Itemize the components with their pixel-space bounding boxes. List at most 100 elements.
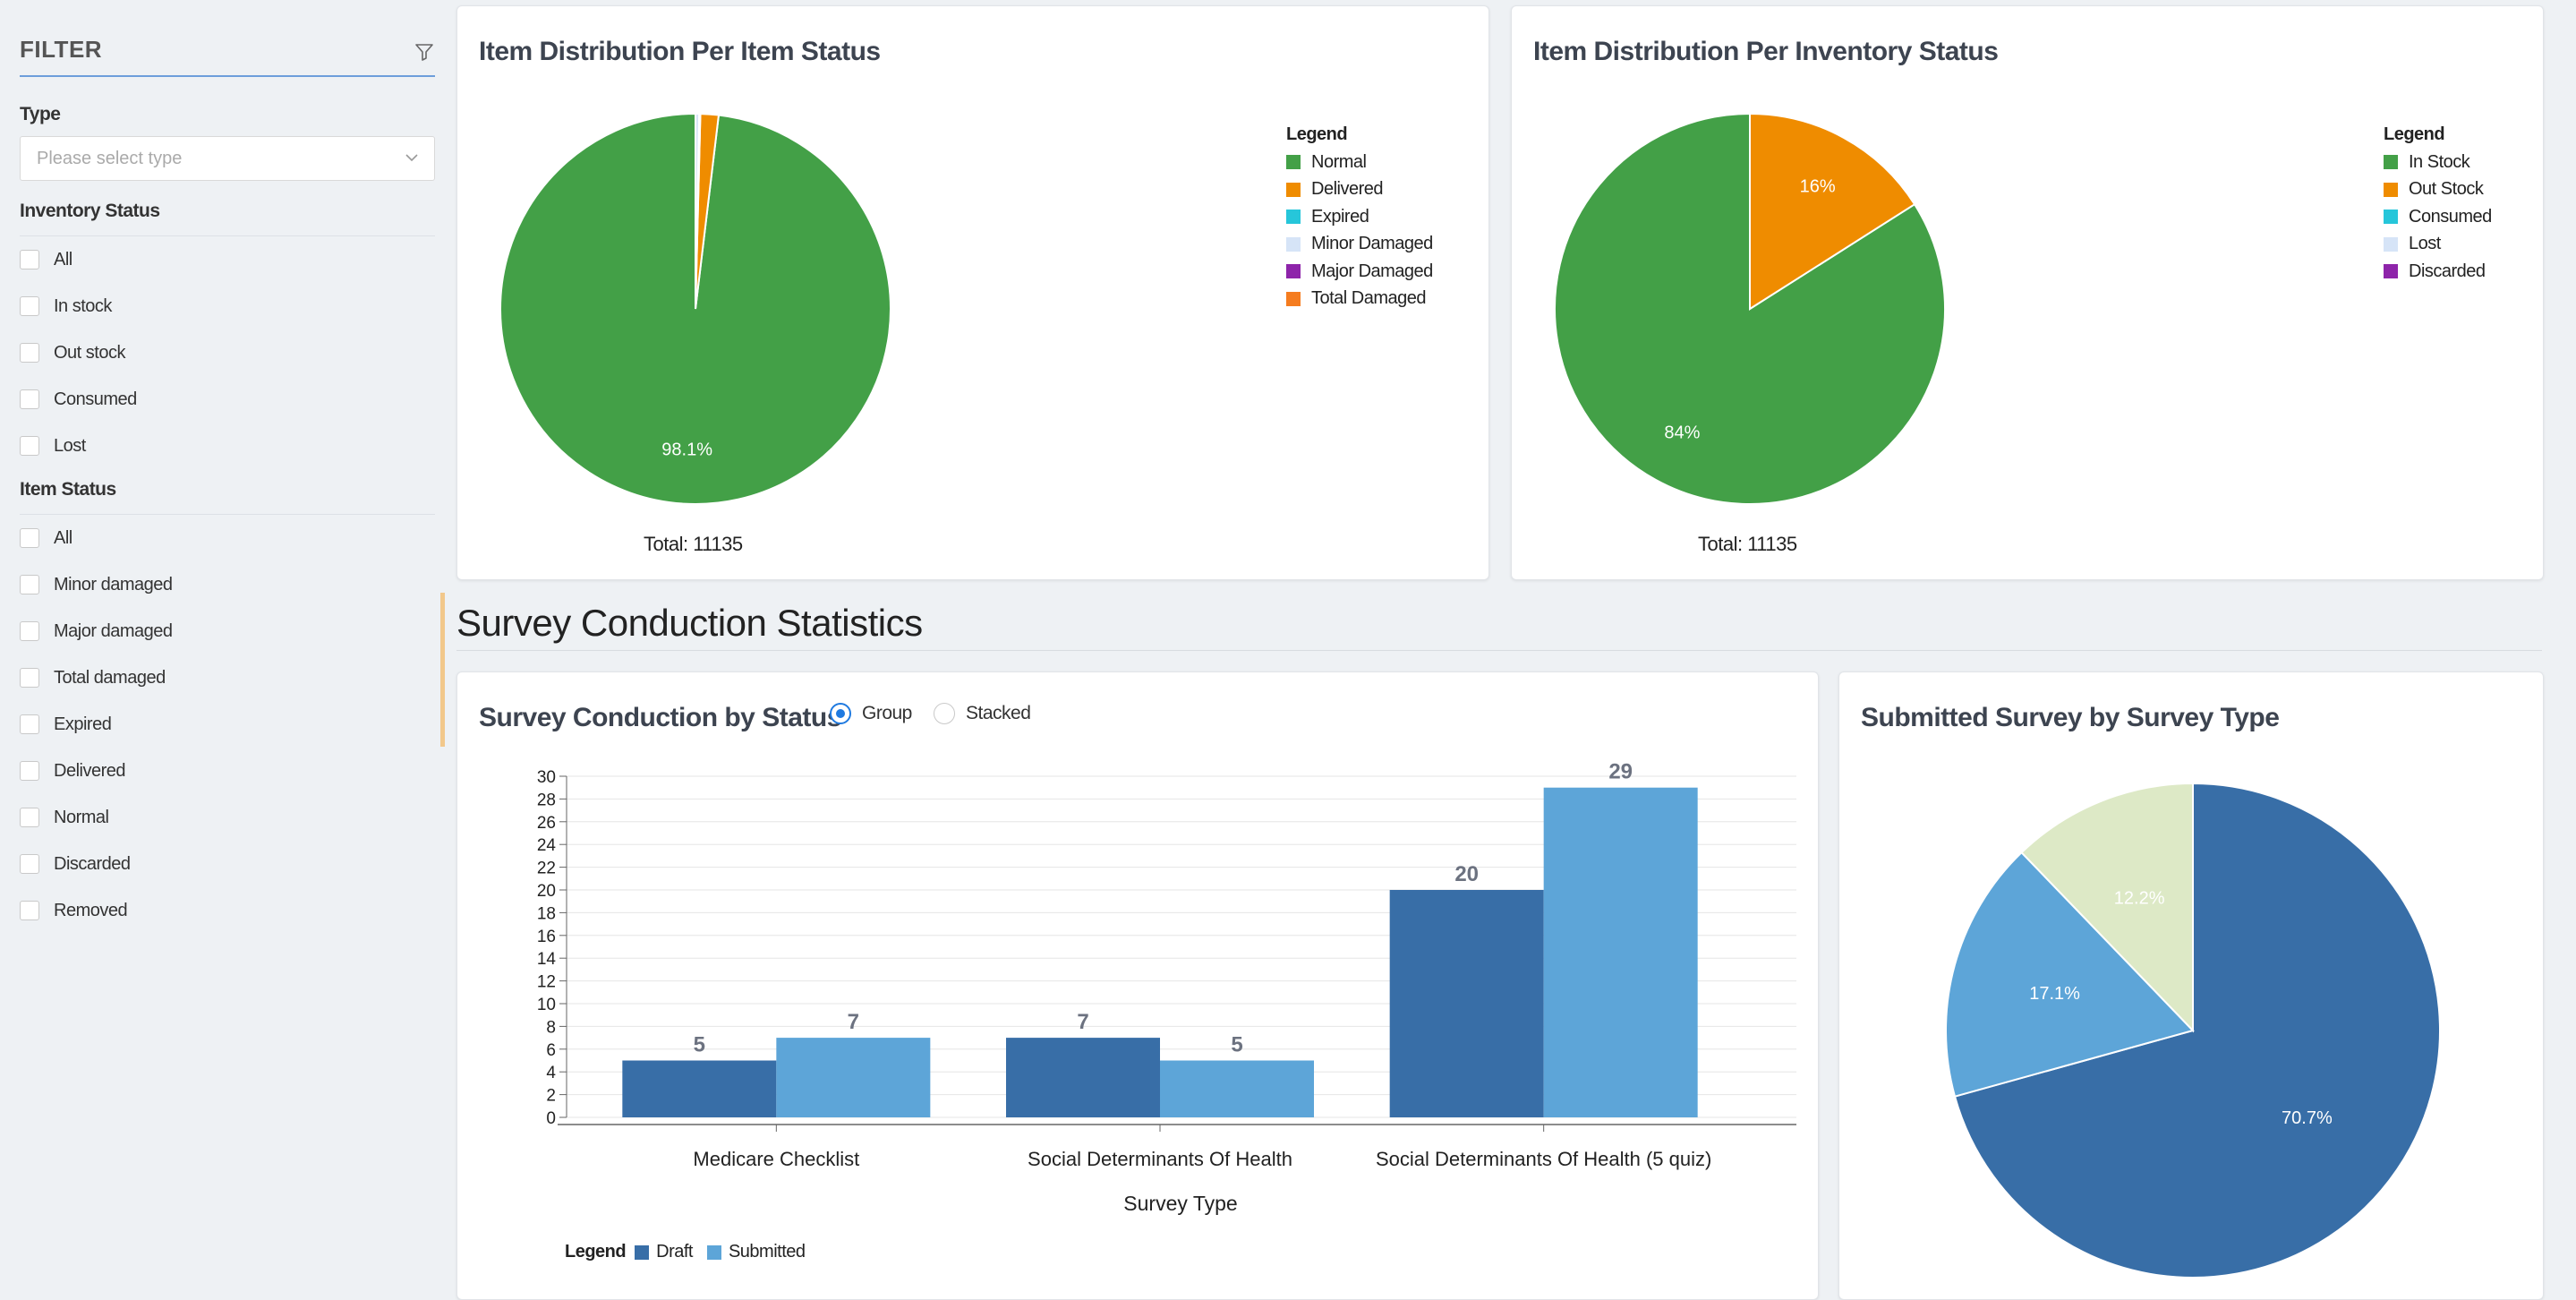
legend-swatch [1286,210,1301,225]
checkbox-box[interactable] [20,389,39,409]
bar-draft-social-determinants-of-health[interactable] [1006,1038,1160,1117]
x-axis-title: Survey Type [1123,1192,1237,1215]
y-tick-label: 0 [546,1109,556,1128]
checkbox-label: Expired [54,714,112,734]
checkbox-delivered[interactable]: Delivered [20,757,125,784]
checkbox-label: All [54,527,73,548]
checkbox-minor-damaged[interactable]: Minor damaged [20,571,173,598]
legend-list: Draft Submitted [635,1242,819,1262]
legend-item-lost[interactable]: Lost [2384,231,2492,259]
bar-submitted-medicare-checklist[interactable] [776,1038,931,1117]
checkbox-label: All [54,249,73,269]
bar-data-label: 5 [694,1033,705,1057]
checkbox-box[interactable] [20,621,39,641]
inventory-status-card: Item Distribution Per Inventory Status 8… [1511,5,2544,580]
legend-item-major-damaged[interactable]: Major Damaged [1286,258,1433,286]
pie-data-label: 16% [1800,176,1836,196]
y-tick-label: 26 [537,814,556,833]
legend-swatch [1286,291,1301,306]
checkbox-box[interactable] [20,575,39,594]
checkbox-label: Removed [54,900,128,920]
legend-label: Major Damaged [1311,261,1433,281]
checkbox-discarded[interactable]: Discarded [20,851,131,877]
pie-data-label: 12.2% [2114,889,2165,909]
type-select[interactable]: Please select type [20,136,435,181]
checkbox-label: Normal [54,807,109,827]
checkbox-label: Total damaged [54,667,166,688]
checkbox-box[interactable] [20,250,39,269]
checkbox-normal[interactable]: Normal [20,804,109,831]
checkbox-total-damaged[interactable]: Total damaged [20,664,166,691]
checkbox-label: Out stock [54,342,125,363]
legend-title: Legend [2384,124,2445,144]
checkbox-all[interactable]: All [20,246,73,273]
legend-item-normal[interactable]: Normal [1286,149,1433,176]
checkbox-all[interactable]: All [20,525,73,552]
filter-sidebar: FILTER Type Please select type Inventory… [0,0,448,1288]
bar-draft-medicare-checklist[interactable] [622,1060,777,1118]
checkbox-expired[interactable]: Expired [20,711,112,738]
survey-by-status-bar-chart: 02468101214161820222426283057Medicare Ch… [537,760,1796,1215]
checkbox-box[interactable] [20,528,39,548]
legend-swatch [706,1244,721,1260]
checkbox-out-stock[interactable]: Out stock [20,339,125,366]
checkbox-box[interactable] [20,854,39,874]
checkbox-box[interactable] [20,808,39,827]
inventory-status-label: Inventory Status [20,201,160,221]
checkbox-consumed[interactable]: Consumed [20,386,137,413]
bar-legend: Legend Draft Submitted [565,1242,820,1262]
checkbox-label: Delivered [54,760,125,781]
checkbox-box[interactable] [20,436,39,456]
x-tick-label: Social Determinants Of Health [1028,1148,1292,1170]
x-tick-label: Social Determinants Of Health (5 quiz) [1376,1148,1711,1170]
pie-data-label: 98.1% [661,440,712,460]
y-tick-label: 10 [537,996,556,1014]
checkbox-label: Major damaged [54,620,173,641]
legend-label: In Stock [2409,151,2470,172]
checkbox-label: Lost [54,435,86,456]
checkbox-box[interactable] [20,714,39,734]
y-tick-label: 14 [537,950,557,969]
legend-title: Legend [565,1242,627,1262]
legend-item-discarded[interactable]: Discarded [2384,258,2492,286]
bar-submitted-social-determinants-of-health-5-quiz[interactable] [1543,787,1698,1117]
item-status-label: Item Status [20,479,116,500]
checkbox-box[interactable] [20,901,39,920]
checkbox-box[interactable] [20,668,39,688]
checkbox-box[interactable] [20,296,39,316]
checkbox-box[interactable] [20,761,39,781]
legend-item-consumed[interactable]: Consumed [2384,203,2492,231]
legend-item-total-damaged[interactable]: Total Damaged [1286,286,1433,313]
checkbox-lost[interactable]: Lost [20,432,86,459]
legend-item-in-stock[interactable]: In Stock [2384,149,2492,176]
legend-label: Lost [2409,234,2441,254]
chevron-down-icon [405,154,418,162]
divider [20,514,435,515]
legend-label: Discarded [2409,261,2486,281]
checkbox-label: In stock [54,295,112,316]
legend-swatch [1286,155,1301,170]
checkbox-box[interactable] [20,343,39,363]
legend-list: In Stock Out Stock Consumed Lost Discarded [2384,149,2492,286]
filter-icon[interactable] [414,41,435,63]
legend-item-expired[interactable]: Expired [1286,203,1433,231]
legend-list: Normal Delivered Expired Minor Damaged Major… [1286,149,1433,312]
legend-item-submitted[interactable]: Submitted [706,1242,806,1262]
checkbox-major-damaged[interactable]: Major damaged [20,618,173,645]
legend-item-draft[interactable]: Draft [635,1242,693,1262]
legend-item-delivered[interactable]: Delivered [1286,176,1433,204]
legend-label: Normal [1311,151,1367,172]
legend-item-minor-damaged[interactable]: Minor Damaged [1286,231,1433,259]
legend-item-out-stock[interactable]: Out Stock [2384,176,2492,204]
y-tick-label: 16 [537,928,556,946]
checkbox-label: Minor damaged [54,574,173,594]
type-label: Type [20,104,61,124]
bar-submitted-social-determinants-of-health[interactable] [1160,1060,1314,1118]
legend-swatch [2384,155,2398,170]
bar-draft-social-determinants-of-health-5-quiz[interactable] [1389,890,1544,1117]
y-tick-label: 30 [537,768,556,787]
checkbox-in-stock[interactable]: In stock [20,293,112,320]
legend-swatch [1286,236,1301,252]
checkbox-removed[interactable]: Removed [20,897,128,924]
submitted-by-type-pie-chart: 70.7% 17.1% 12.2% [1945,782,2441,1279]
